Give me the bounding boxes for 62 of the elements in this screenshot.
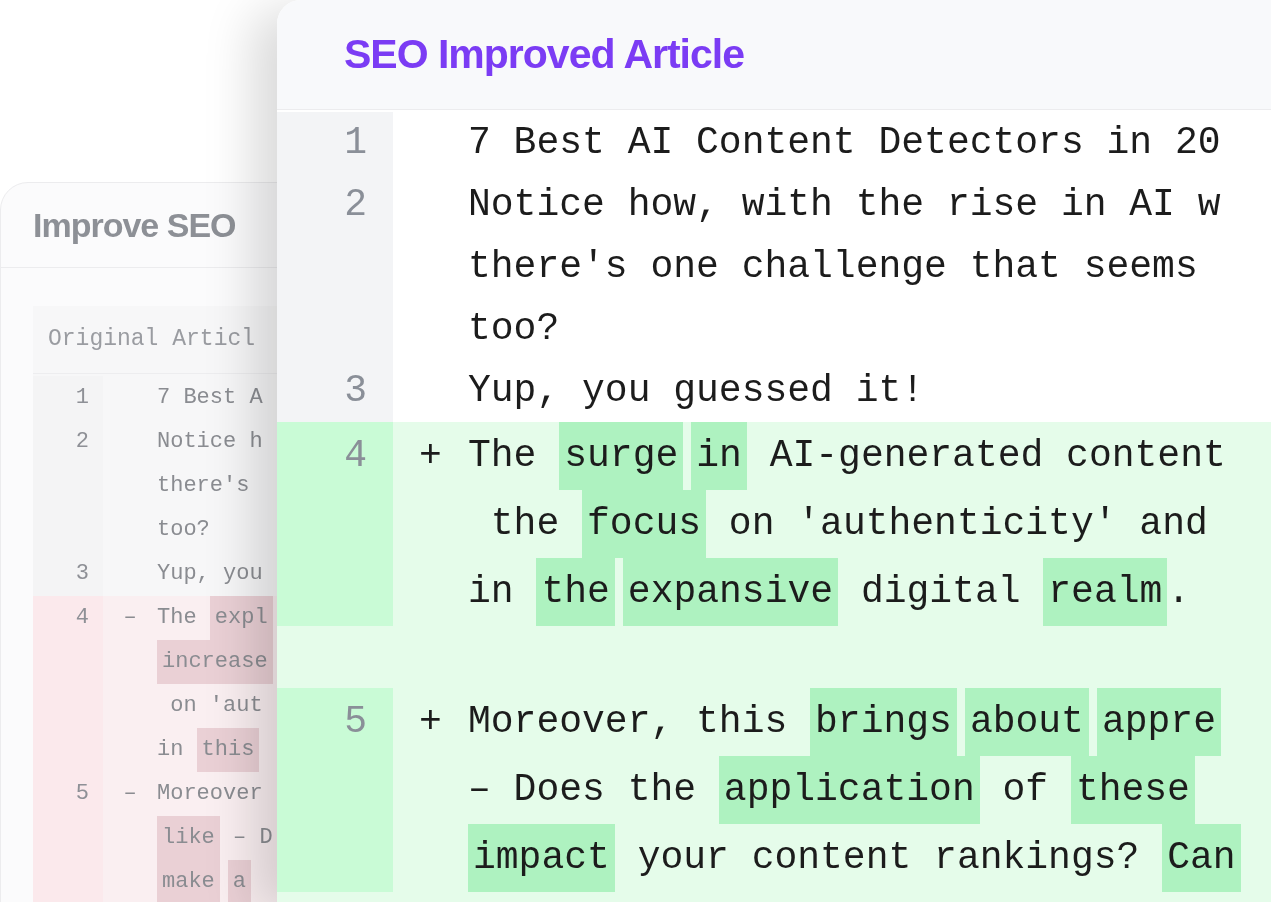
code-text: on 'aut [169,692,263,720]
diff-marker: – [123,604,137,632]
highlighted-word: increase [157,640,273,684]
highlighted-word: a [227,860,251,902]
code-text: Yup, you guessed it! [468,368,925,414]
code-text: . [1167,569,1191,615]
code-text: there's [157,472,250,500]
editor-header: Original Articl [48,325,256,355]
line-number: 4 [344,433,367,479]
highlighted-word: in [691,422,747,490]
code-text: The [468,433,538,479]
code-text: your content rankings? [636,835,1141,881]
code-text: there's one challenge that seems [468,244,1198,290]
highlighted-word: appre [1096,688,1221,756]
line-number: 2 [344,182,367,228]
line-number: 1 [344,120,367,166]
diff-marker: + [419,699,442,745]
code-text: too? [157,516,210,544]
highlighted-word: Can [1162,824,1241,892]
code-text: on 'authenticity' and [727,501,1208,547]
highlighted-word: this [196,728,260,772]
line-number: 2 [75,428,89,456]
highlighted-word: focus [582,490,707,558]
code-text: AI-generated content [768,433,1226,479]
code-text: – Does the [468,767,698,813]
code-text: too? [468,306,560,352]
highlighted-word: the [536,558,615,626]
line-number: 5 [344,699,367,745]
highlighted-word: expansive [622,558,839,626]
line-number: 4 [75,604,89,632]
code-text: 7 Best A [157,384,263,412]
code-text: Moreover [157,780,263,808]
code-text: 7 Best AI Content Detectors in 20 [468,120,1221,166]
code-text: in [157,736,185,764]
highlighted-word: surge [559,422,684,490]
diff-marker: – [123,780,137,808]
highlighted-word: brings [810,688,957,756]
highlighted-word: expl [209,596,273,640]
line-number: 3 [75,560,89,588]
code-text: – D [232,824,273,852]
highlighted-word: about [964,688,1089,756]
highlighted-word: like [157,816,220,860]
code-text: of [1001,767,1050,813]
code-text: Notice h [157,428,263,456]
highlighted-word: realm [1043,558,1168,626]
code-text: Moreover, this [468,699,789,745]
panel-title: Improve SEO [33,204,236,246]
line-number: 5 [75,780,89,808]
code-text: Yup, you [157,560,263,588]
highlighted-word: make [157,860,220,902]
code-text: the [489,501,561,547]
code-text: digital [859,569,1022,615]
highlighted-word: application [718,756,980,824]
highlighted-word: these [1070,756,1195,824]
diff-marker: + [419,433,442,479]
line-number: 3 [344,368,367,414]
code-text: The [157,604,198,632]
panel-title: SEO Improved Article [344,29,744,79]
line-number: 1 [75,384,89,412]
highlighted-word: impact [468,824,615,892]
code-text: in [468,569,515,615]
code-text: Notice how, with the rise in AI w [468,182,1221,228]
